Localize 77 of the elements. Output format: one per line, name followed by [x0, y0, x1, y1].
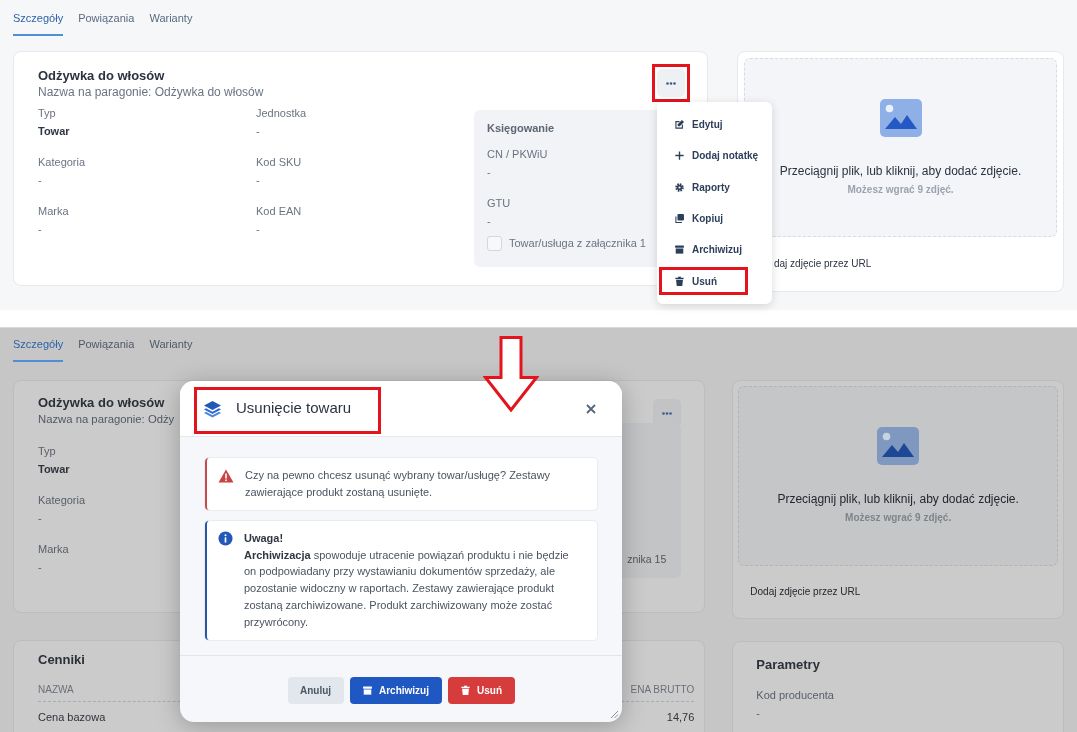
field-value: -: [256, 173, 261, 188]
plus-icon: [674, 150, 685, 162]
layers-icon: [203, 399, 222, 418]
field-value: -: [38, 560, 43, 575]
checkbox[interactable]: [487, 235, 502, 251]
field-label: Marka: [38, 204, 70, 219]
edit-icon: [674, 119, 685, 131]
close-icon: [586, 403, 596, 414]
field-value: -: [256, 222, 261, 237]
warning-icon: [218, 469, 234, 483]
dropzone-hint: Możesz wgrać 9 zdjęć.: [845, 511, 952, 525]
dialog-title: Usunięcie towaru: [236, 398, 352, 419]
receipt-name: Nazwa na paragonie: Odżywka do włosów: [38, 84, 264, 101]
url-link[interactable]: Dodaj zdjęcie przez URL: [750, 585, 861, 599]
field-label: Kategoria: [38, 155, 87, 170]
alert-title: Uwaga!: [244, 530, 285, 546]
receipt-name: Nazwa na paragonie: Odży: [38, 412, 175, 427]
archive-button[interactable]: Archiwizuj: [349, 677, 442, 704]
column-header: NAZWA: [38, 683, 74, 697]
field-value: -: [756, 706, 761, 721]
tab[interactable]: Powiązania: [78, 11, 135, 36]
cancel-button[interactable]: Anuluj: [287, 677, 344, 704]
archive-icon: [674, 244, 685, 256]
alert-text: Archiwizacja spowoduje utracenie powiązań produktu i nie będzie on podpowiadany przy wystawianiu dokumentów sprzedaży, ale pozostanie widoczny w raportach. Zestawy zawierające produkt zostaną zarchiwizowane. Produkt zarchiwizowany może zostać przywrócony.: [244, 547, 570, 630]
field-value: -: [38, 222, 43, 237]
tab[interactable]: Powiązania: [78, 337, 135, 362]
archive-icon: [362, 685, 373, 696]
close-button[interactable]: [584, 401, 598, 416]
menu-item[interactable]: Archiwizuj: [657, 234, 772, 266]
field-value: Towar: [38, 124, 71, 139]
settings-icon: [674, 181, 685, 193]
image-icon: [879, 99, 922, 137]
url-link[interactable]: daj zdjęcie przez URL: [774, 257, 872, 271]
field-label: Marka: [38, 542, 70, 557]
info-icon: [218, 530, 233, 546]
tab[interactable]: Szczegóły: [13, 337, 64, 362]
dropzone-hint: Możesz wgrać 9 zdjęć.: [847, 183, 954, 197]
field-label: Kod SKU: [256, 155, 303, 170]
field-value: -: [256, 124, 261, 139]
copy-icon: [674, 213, 685, 225]
product-name: Odżywka do włosów: [38, 67, 166, 84]
photo-dropzone[interactable]: Przeciągnij plik, lub kliknij, aby dodać zdjęcie. Możesz wgrać 9 zdjęć.: [738, 386, 1058, 566]
table-cell: Cena bazowa: [38, 710, 106, 724]
more-icon: [666, 81, 676, 85]
field-label: GTU: [487, 196, 511, 211]
trash-icon: [674, 275, 685, 287]
section-title: Parametry: [756, 656, 821, 673]
tab[interactable]: Warianty: [149, 11, 193, 36]
delete-button[interactable]: Usuń: [447, 677, 515, 704]
field-label: CN / PKWiU: [487, 147, 548, 162]
checkbox-label: znika 15: [627, 552, 667, 568]
field-label: Typ: [38, 106, 57, 121]
field-label: Typ: [38, 444, 57, 459]
product-name: Odżywka do włosów: [38, 394, 166, 411]
section-title: Księgowanie: [487, 121, 555, 136]
image-icon: [877, 427, 920, 465]
field-value: -: [487, 165, 491, 180]
field-label: Jednostka: [256, 106, 308, 121]
alert-text: Czy na pewno chcesz usunąć wybrany towar/usługę? Zestawy zawierające produkt zostaną usunięte.: [245, 468, 552, 500]
field-value: -: [487, 214, 491, 229]
field-value: -: [38, 173, 43, 188]
dropzone-text: Przeciągnij plik, lub kliknij, aby dodać zdjęcie.: [779, 163, 1022, 179]
section-title: Cenniki: [38, 651, 86, 668]
tab[interactable]: Warianty: [149, 337, 193, 362]
column-header: ENA BRUTTO: [630, 683, 695, 697]
more-icon: [662, 411, 673, 415]
table-cell: 14,76: [666, 710, 695, 724]
field-label: Kategoria: [38, 493, 86, 508]
resize-handle[interactable]: [610, 710, 619, 719]
tab[interactable]: Szczegóły: [13, 11, 64, 36]
field-value: Towar: [38, 462, 71, 477]
checkbox-label: Towar/usługa z załącznika 1: [509, 236, 646, 251]
dropzone-text: Przeciągnij plik, lub kliknij, aby dodać zdjęcie.: [777, 491, 1019, 507]
field-value: -: [38, 511, 43, 526]
trash-icon: [460, 685, 471, 696]
field-label: Kod producenta: [756, 688, 835, 703]
field-label: Kod EAN: [256, 204, 303, 219]
